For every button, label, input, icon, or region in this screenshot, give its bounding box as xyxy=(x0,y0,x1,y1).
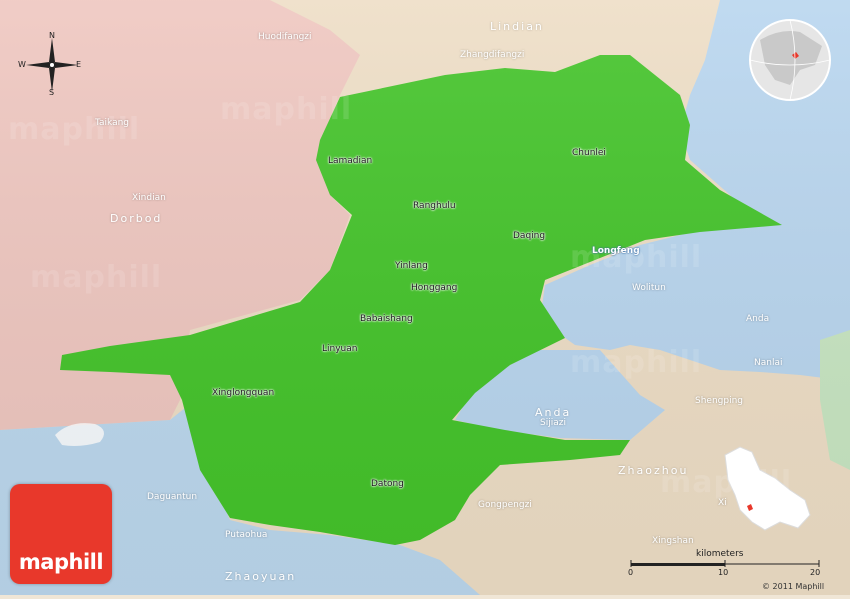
watermark: maphill xyxy=(570,345,703,380)
city-label: Honggang xyxy=(411,283,458,293)
city-label: Linyuan xyxy=(322,344,358,354)
map-canvas[interactable]: N S E W maphill maphill maphill maphill … xyxy=(0,0,850,595)
city-label: Daqing xyxy=(513,231,546,241)
town-label: Huodifangzi xyxy=(258,32,312,42)
town-label: Shengping xyxy=(695,396,744,406)
town-label: Sijiazi xyxy=(540,418,566,428)
region-label-lindian: Lindian xyxy=(490,20,544,33)
scale-title: kilometers xyxy=(696,549,744,559)
town-label: Xindian xyxy=(132,193,166,203)
region-label-zhaozhou: Zhaozhou xyxy=(618,464,689,477)
inset-globe xyxy=(749,19,831,101)
town-label: Xi xyxy=(718,498,727,508)
scale-bar-graphic xyxy=(630,560,820,567)
region-label-zhaoyuan: Zhaoyuan xyxy=(225,570,297,583)
town-label: Taikang xyxy=(95,118,130,128)
compass-rose: N S E W xyxy=(18,31,86,98)
city-label: Yinlang xyxy=(395,261,428,271)
compass-w: W xyxy=(18,60,26,69)
city-label: Longfeng xyxy=(592,246,640,256)
town-label: Putaohua xyxy=(225,530,268,540)
town-label: Zhangdifangzi xyxy=(460,50,525,60)
city-label: Lamadian xyxy=(328,156,373,166)
copyright: © 2011 Maphill xyxy=(762,582,825,591)
watermark: maphill xyxy=(30,260,163,295)
logo-text: maphill xyxy=(18,550,104,574)
town-label: Gongpengzi xyxy=(478,500,532,510)
scale-mid: 10 xyxy=(718,568,729,577)
town-label: Nanlai xyxy=(754,358,783,368)
town-label: Wolitun xyxy=(632,283,666,293)
town-label: Xingshan xyxy=(652,536,694,546)
city-label: Babaishang xyxy=(360,314,413,324)
compass-n: N xyxy=(49,31,55,40)
maphill-logo[interactable]: maphill xyxy=(10,484,112,584)
city-label: Datong xyxy=(371,479,404,489)
town-label: Anda xyxy=(746,314,770,324)
watermark: maphill xyxy=(220,92,353,127)
scale-max: 20 xyxy=(810,568,821,577)
region-label-dorbod: Dorbod xyxy=(110,212,163,225)
town-label: Daguantun xyxy=(147,492,198,502)
compass-s: S xyxy=(49,88,55,97)
city-label: Chunlei xyxy=(572,148,606,158)
compass-e: E xyxy=(76,60,82,69)
city-label: Xinglongquan xyxy=(212,388,275,398)
scale-bar: kilometers 0 10 20 xyxy=(628,549,824,579)
scale-min: 0 xyxy=(628,568,634,577)
city-label: Ranghulu xyxy=(413,201,456,211)
